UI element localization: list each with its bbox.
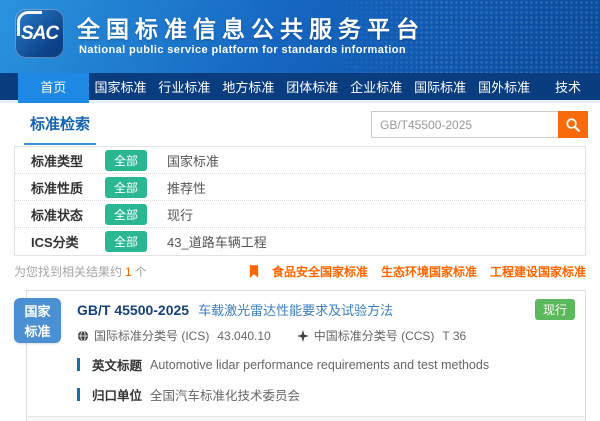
standard-title-link[interactable]: GB/T 45500-2025 车载激光雷达性能要求及试验方法 [77, 300, 575, 319]
search-input[interactable] [371, 111, 558, 138]
tab-industry-standards[interactable]: 行业标准 [152, 73, 216, 103]
filter-label: 标准性质 [31, 178, 95, 197]
filter-all-badge[interactable]: 全部 [105, 177, 147, 198]
ccs-label: 中国标准分类号 (CCS) [314, 327, 435, 344]
results-summary: 为您找到相关结果约1个 [14, 263, 147, 280]
sac-logo-text: SAC [21, 23, 58, 45]
main-nav: 首页 国家标准 行业标准 地方标准 团体标准 企业标准 国际标准 国外标准 技术 [0, 73, 600, 103]
national-standard-badge: 国家 标准 [14, 298, 61, 343]
standard-title[interactable]: 车载激光雷达性能要求及试验方法 [198, 300, 393, 319]
filter-row-standard-type: 标准类型 全部 国家标准 [15, 147, 585, 174]
filter-label: 标准状态 [31, 205, 95, 224]
site-title: 全国标准信息公共服务平台 [77, 10, 425, 44]
ccs-value: T 36 [442, 329, 466, 343]
classification-row: 国际标准分类号 (ICS) 43.040.10 中国标准分类号 (CCS) T … [77, 327, 575, 344]
tab-international-standards[interactable]: 国际标准 [408, 73, 472, 103]
filter-row-standard-nature: 标准性质 全部 推荐性 [15, 174, 585, 201]
filter-all-badge[interactable]: 全部 [105, 231, 147, 252]
department-row: 归口单位 全国汽车标准化技术委员会 [77, 385, 575, 404]
search-button[interactable] [558, 111, 588, 138]
ics-label: 国际标准分类号 (ICS) [94, 327, 209, 344]
site-header: SAC 全国标准信息公共服务平台 National public service… [0, 0, 600, 73]
filter-option[interactable]: 43_道路车辆工程 [167, 232, 267, 251]
sac-logo[interactable]: SAC [15, 9, 64, 58]
standard-result-card: 国家 标准 现行 GB/T 45500-2025 车载激光雷达性能要求及试验方法… [26, 290, 586, 421]
tab-home[interactable]: 首页 [18, 73, 89, 103]
filter-label: 标准类型 [31, 151, 95, 170]
globe-icon [77, 330, 89, 342]
english-title-label: 英文标题 [92, 355, 142, 374]
card-body: GB/T 45500-2025 车载激光雷达性能要求及试验方法 国际标准分类号 … [27, 291, 585, 404]
filter-all-badge[interactable]: 全部 [105, 204, 147, 225]
filter-option[interactable]: 国家标准 [167, 151, 219, 170]
bookmark-icon [249, 265, 259, 278]
status-badge: 现行 [535, 299, 575, 320]
filter-option[interactable]: 推荐性 [167, 178, 206, 197]
ics-value: 43.040.10 [217, 329, 270, 343]
search-section: 标准检索 [0, 103, 600, 145]
filter-row-ics-class: ICS分类 全部 43_道路车辆工程 [15, 228, 585, 255]
quick-link-eco-environment[interactable]: 生态环境国家标准 [381, 263, 477, 280]
section-title-standard-search: 标准检索 [30, 113, 96, 145]
filter-panel: 标准类型 全部 国家标准 标准性质 全部 推荐性 标准状态 全部 现行 ICS分… [14, 146, 586, 256]
quick-links: 食品安全国家标准 生态环境国家标准 工程建设国家标准 [249, 263, 586, 280]
tab-enterprise-standards[interactable]: 企业标准 [344, 73, 408, 103]
tab-national-standards[interactable]: 国家标准 [89, 73, 153, 103]
summary-prefix: 为您找到相关结果约 [14, 265, 122, 279]
filter-all-badge[interactable]: 全部 [105, 150, 147, 171]
results-summary-row: 为您找到相关结果约1个 食品安全国家标准 生态环境国家标准 工程建设国家标准 [14, 262, 586, 280]
standard-code[interactable]: GB/T 45500-2025 [77, 302, 189, 318]
card-footer: 发布于 2025-04-25 实施于 2025-04-25 [27, 416, 585, 421]
site-subtitle: National public service platform for sta… [79, 44, 406, 56]
summary-suffix: 个 [135, 265, 147, 279]
department-label: 归口单位 [92, 385, 142, 404]
tab-group-standards[interactable]: 团体标准 [280, 73, 344, 103]
summary-count: 1 [122, 265, 135, 279]
english-title-value: Automotive lidar performance requirement… [150, 358, 489, 372]
badge-line2: 标准 [14, 322, 61, 342]
department-value: 全国汽车标准化技术委员会 [150, 385, 300, 404]
filter-option[interactable]: 现行 [167, 205, 193, 224]
tab-technical[interactable]: 技术 [536, 73, 600, 103]
filter-row-standard-status: 标准状态 全部 现行 [15, 201, 585, 228]
quick-link-engineering[interactable]: 工程建设国家标准 [490, 263, 586, 280]
tab-local-standards[interactable]: 地方标准 [216, 73, 280, 103]
badge-line1: 国家 [14, 302, 61, 322]
filter-label: ICS分类 [31, 232, 95, 251]
four-point-star-icon [297, 330, 309, 342]
quick-link-food-safety[interactable]: 食品安全国家标准 [272, 263, 368, 280]
blue-bar-decoration [77, 388, 80, 401]
blue-bar-decoration [77, 358, 80, 371]
english-title-row: 英文标题 Automotive lidar performance requir… [77, 355, 575, 374]
tab-foreign-standards[interactable]: 国外标准 [472, 73, 536, 103]
search-icon [565, 117, 581, 133]
search-group [371, 111, 588, 138]
